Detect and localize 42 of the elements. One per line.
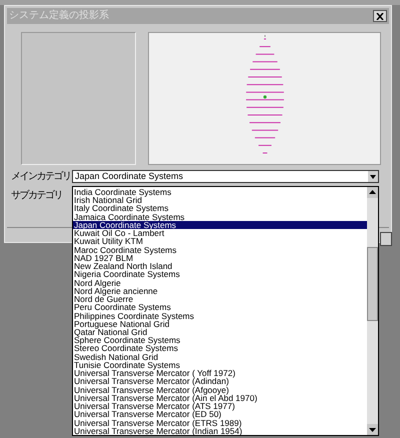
scroll-up-icon[interactable] — [367, 187, 378, 198]
scroll-thumb[interactable] — [367, 247, 378, 321]
main-category-dropdown[interactable]: Japan Coordinate Systems — [72, 170, 379, 183]
dropdown-item[interactable]: Portuguese National Grid — [73, 320, 367, 328]
window-title: システム定義の投影系 — [9, 11, 109, 21]
dropdown-item[interactable]: Universal Transverse Mercator (Ain el Abd 1970) — [73, 394, 367, 402]
dropdown-item[interactable]: Maroc Coordinate Systems — [73, 246, 367, 254]
dropdown-item[interactable]: Irish National Grid — [73, 196, 367, 204]
close-button[interactable] — [373, 10, 387, 22]
dropdown-item[interactable]: NAD 1927 BLM — [73, 254, 367, 262]
dropdown-item[interactable]: Peru Coordinate Systems — [73, 303, 367, 312]
main-category-value: Japan Coordinate Systems — [74, 172, 184, 181]
dropdown-item[interactable]: Universal Transverse Mercator (Afgooye) — [73, 386, 367, 394]
dropdown-item[interactable]: Japan Coordinate Systems — [73, 220, 367, 230]
dropdown-item[interactable]: Nord de Guerre — [73, 295, 367, 304]
dropdown-item[interactable]: Philippines Coordinate Systems — [73, 312, 367, 320]
dropdown-item[interactable]: Universal Transverse Mercator (ATS 1977) — [73, 402, 367, 410]
dropdown-item[interactable]: Swedish National Grid — [73, 352, 367, 361]
scroll-down-icon[interactable] — [367, 424, 378, 435]
dropdown-item[interactable]: Universal Transverse Mercator (Indian 1954) — [73, 426, 367, 436]
dropdown-item[interactable]: Stereo Coordinate Systems — [73, 344, 367, 353]
dropdown-item[interactable]: India Coordinate Systems — [73, 188, 367, 196]
dropdown-item[interactable]: Universal Transverse Mercator (Adindan) — [73, 377, 367, 386]
close-icon — [376, 12, 384, 20]
side-button[interactable] — [380, 232, 392, 246]
dropdown-item[interactable]: Sphere Coordinate Systems — [73, 336, 367, 344]
dropdown-item[interactable]: Nigeria Coordinate Systems — [73, 270, 367, 279]
sub-category-label: サブカテゴリ — [11, 188, 62, 203]
scrollbar[interactable] — [367, 187, 378, 435]
dropdown-item[interactable]: Jamaica Coordinate Systems — [73, 212, 367, 221]
dropdown-item[interactable]: New Zealand North Island — [73, 262, 367, 270]
dropdown-item[interactable]: Nord Algerie — [73, 278, 367, 287]
dropdown-item[interactable]: Qatar National Grid — [73, 328, 367, 336]
dropdown-item[interactable]: Universal Transverse Mercator (ED 50) — [73, 410, 367, 419]
dropdown-item[interactable]: Kuwait Utility KTM — [73, 237, 367, 246]
main-category-label: メインカテゴリ — [11, 170, 72, 184]
dropdown-item[interactable]: Nord Algerie ancienne — [73, 286, 367, 296]
dropdown-item[interactable]: Tunisie Coordinate Systems — [73, 360, 367, 370]
dropdown-item[interactable]: Kuwait Oil Co - Lambert — [73, 229, 367, 238]
dropdown-item[interactable]: Universal Transverse Mercator (ETRS 1989) — [73, 418, 367, 427]
dropdown-item[interactable]: Italy Coordinate Systems — [73, 204, 367, 213]
dropdown-item[interactable]: Universal Transverse Mercator ( Yoff 1972) — [73, 369, 367, 378]
